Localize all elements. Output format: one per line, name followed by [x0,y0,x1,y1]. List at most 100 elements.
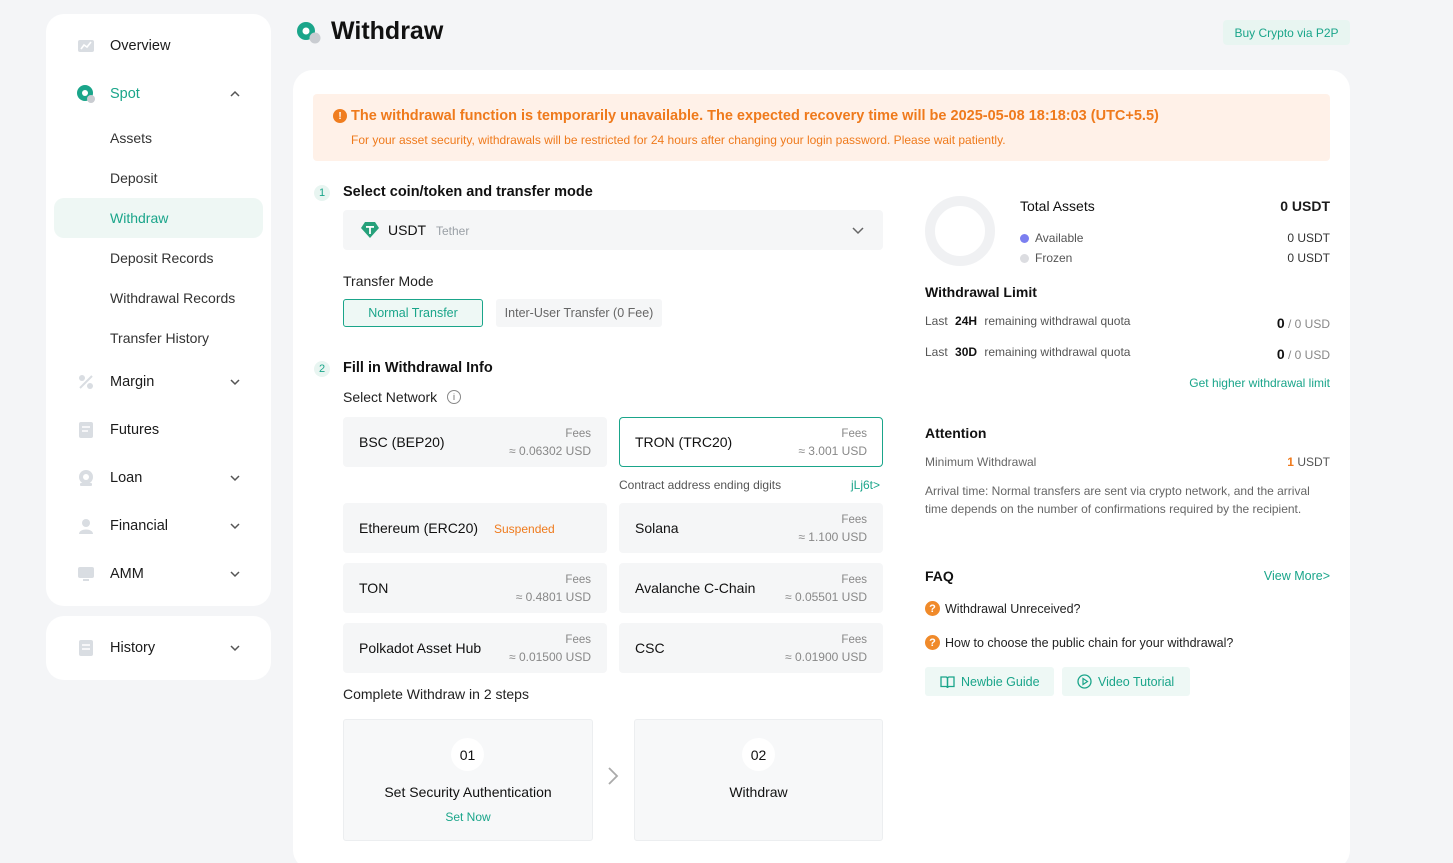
network-option-csc[interactable]: CSC Fees ≈ 0.01900 USD [619,623,883,673]
withdraw-unavailable-alert: ! The withdrawal function is temporarily… [313,94,1330,161]
transfer-mode-label: Transfer Mode [343,273,434,289]
sidebar-subitem-deposit[interactable]: Deposit [54,158,263,198]
min-unit: USDT [1297,455,1330,469]
network-name: TRON (TRC20) [635,434,733,450]
fees-label: Fees [565,574,591,586]
normal-transfer-button[interactable]: Normal Transfer [343,299,483,327]
network-name: Ethereum (ERC20) [359,520,479,536]
sidebar-item-history[interactable]: History [46,628,271,668]
min-withdrawal-value: 1 USDT [1287,455,1330,469]
frozen-dot [1020,254,1029,263]
frozen-value: 0 USDT [1287,251,1330,265]
frozen-label: Frozen [1035,251,1073,265]
fee-value: ≈ 3.001 USD [798,444,867,458]
network-option-solana[interactable]: Solana Fees ≈ 1.100 USD [619,503,883,553]
play-icon [1077,674,1092,689]
sidebar-item-overview[interactable]: Overview [46,26,271,66]
step-number: 2 [314,361,330,377]
chevron-down-icon [228,567,242,581]
network-option-avalanche[interactable]: Avalanche C-Chain Fees ≈ 0.05501 USD [619,563,883,613]
available-value: 0 USDT [1287,231,1330,245]
newbie-guide-button[interactable]: Newbie Guide [925,667,1054,696]
info-icon[interactable]: i [447,390,461,404]
limit-period: 30D [955,345,978,359]
network-name: CSC [635,640,665,656]
buy-crypto-p2p-button[interactable]: Buy Crypto via P2P [1223,20,1350,45]
total-assets-value: 0 USDT [1280,198,1330,214]
faq-question[interactable]: How to choose the public chain for your … [945,636,1233,650]
sidebar-subitem-withdraw[interactable]: Withdraw [54,198,263,238]
min-value: 1 [1287,455,1294,469]
sidebar-item-futures[interactable]: Futures [46,410,271,450]
video-tutorial-label: Video Tutorial [1098,674,1175,689]
page-title: Withdraw [331,17,444,45]
sidebar-subitem-label: Withdraw [110,210,169,226]
inter-user-transfer-button[interactable]: Inter-User Transfer (0 Fee) [496,299,662,327]
sidebar-item-label: Overview [110,38,171,54]
contract-address-value[interactable]: jLj6t> [851,478,880,492]
sidebar-item-label: Financial [110,518,169,534]
withdrawal-limit-title: Withdrawal Limit [925,284,1037,300]
contract-address-label: Contract address ending digits [619,478,782,492]
min-withdrawal-label: Minimum Withdrawal [925,455,1037,469]
monitor-icon [76,564,96,584]
question-icon: ? [925,601,940,616]
book-icon [940,675,955,689]
sidebar-item-amm[interactable]: AMM [46,554,271,594]
sidebar-item-spot[interactable]: Spot [46,74,271,114]
step-number: 1 [314,185,330,201]
fee-value: ≈ 0.01500 USD [509,650,591,664]
network-option-ethereum[interactable]: Ethereum (ERC20) Suspended [343,503,607,553]
document-icon [76,420,96,440]
higher-limit-link[interactable]: Get higher withdrawal limit [1189,376,1330,390]
faq-question[interactable]: Withdrawal Unreceived? [945,602,1080,616]
network-option-tron[interactable]: TRON (TRC20) Fees ≈ 3.001 USD [619,417,883,467]
withdraw-coin-icon [296,21,322,45]
available-label: Available [1035,231,1084,245]
warning-icon: ! [333,109,347,123]
newbie-guide-label: Newbie Guide [961,674,1040,689]
chevron-right-icon [606,766,620,786]
sidebar-subitem-transfer-history[interactable]: Transfer History [54,318,263,358]
sidebar-subitem-deposit-records[interactable]: Deposit Records [54,238,263,278]
network-option-bsc[interactable]: BSC (BEP20) Fees ≈ 0.06302 USD [343,417,607,467]
question-icon: ? [925,635,940,650]
sidebar-item-loan[interactable]: Loan [46,458,271,498]
step2-title: Fill in Withdrawal Info [343,360,493,376]
coin-symbol: USDT [388,222,427,238]
network-option-polkadot[interactable]: Polkadot Asset Hub Fees ≈ 0.01500 USD [343,623,607,673]
tether-icon [360,221,380,239]
sidebar-subitem-assets[interactable]: Assets [54,118,263,158]
step-circle: 02 [742,738,775,771]
fees-label: Fees [565,634,591,646]
sidebar-subitem-label: Deposit Records [110,250,214,266]
fees-label: Fees [841,428,867,440]
alert-subtitle: For your asset security, withdrawals wil… [351,133,1006,147]
coin-select[interactable]: USDT Tether [343,210,883,250]
step-circle: 01 [451,738,484,771]
network-name: BSC (BEP20) [359,434,445,450]
finance-person-icon [76,516,96,536]
fees-label: Fees [841,514,867,526]
limit-value-24h: 0 / 0 USD [1277,315,1330,331]
sidebar-subitem-label: Assets [110,130,153,146]
sidebar-subitem-withdrawal-records[interactable]: Withdrawal Records [54,278,263,318]
sidebar-item-financial[interactable]: Financial [46,506,271,546]
sidebar-item-label: Margin [110,374,155,390]
network-option-ton[interactable]: TON Fees ≈ 0.4801 USD [343,563,607,613]
fee-value: ≈ 0.01900 USD [785,650,867,664]
sidebar-item-margin[interactable]: Margin [46,362,271,402]
set-now-link[interactable]: Set Now [344,810,592,824]
chevron-up-icon [228,87,242,101]
faq-title: FAQ [925,568,954,584]
chevron-down-icon [228,471,242,485]
network-name: TON [359,580,389,596]
sidebar-item-label: Spot [110,86,140,102]
limit-value-30d: 0 / 0 USD [1277,346,1330,362]
network-name: Solana [635,520,679,536]
step-card-security: 01 Set Security Authentication Set Now [343,719,593,841]
faq-view-more-link[interactable]: View More> [1264,569,1330,583]
video-tutorial-button[interactable]: Video Tutorial [1062,667,1190,696]
total-assets-label: Total Assets [1020,198,1095,214]
sidebar-subitem-label: Deposit [110,170,158,186]
